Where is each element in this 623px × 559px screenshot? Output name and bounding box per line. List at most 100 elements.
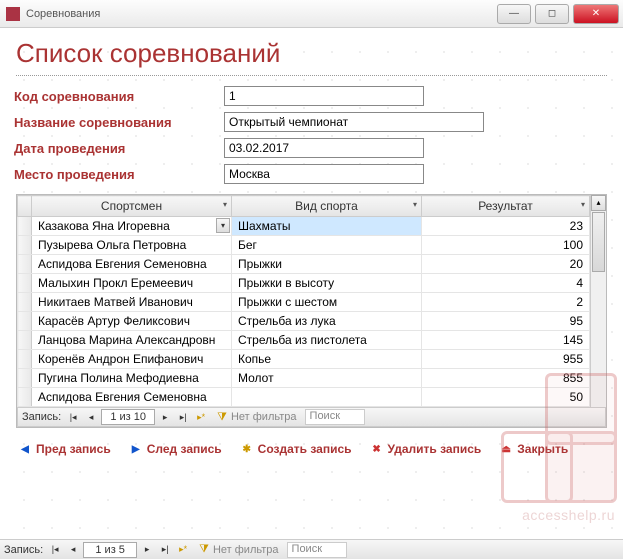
cell-sport[interactable]: Копье bbox=[232, 350, 422, 369]
cell-result[interactable]: 4 bbox=[422, 274, 590, 293]
form-body: Список соревнований Код соревнования Наз… bbox=[0, 28, 623, 539]
nav-first-button[interactable]: |◂ bbox=[65, 409, 81, 425]
window-title: Соревнования bbox=[26, 8, 497, 20]
cell-athlete[interactable]: Карасёв Артур Феликсович bbox=[32, 312, 232, 331]
search-box[interactable]: Поиск bbox=[287, 542, 347, 558]
row-selector[interactable] bbox=[18, 274, 32, 293]
row-selector[interactable] bbox=[18, 293, 32, 312]
filter-status[interactable]: Нет фильтра bbox=[213, 544, 279, 556]
nav-counter[interactable]: 1 из 5 bbox=[83, 542, 137, 558]
search-box[interactable]: Поиск bbox=[305, 409, 365, 425]
input-code[interactable] bbox=[224, 86, 424, 106]
row-selector[interactable] bbox=[18, 388, 32, 407]
app-icon bbox=[6, 7, 20, 21]
dropdown-icon[interactable]: ▾ bbox=[216, 218, 230, 233]
table-row[interactable]: Казакова Яна Игоревна▾Шахматы23 bbox=[18, 217, 606, 236]
table-row[interactable]: Никитаев Матвей ИвановичПрыжки с шестом2 bbox=[18, 293, 606, 312]
nav-counter[interactable]: 1 из 10 bbox=[101, 409, 155, 425]
row-selector[interactable] bbox=[18, 369, 32, 388]
nav-new-button[interactable]: ▸* bbox=[175, 542, 191, 558]
col-sport[interactable]: Вид спорта▾ bbox=[232, 196, 422, 217]
form-record-nav: Запись: |◂ ◂ 1 из 5 ▸ ▸| ▸* ⧩ Нет фильтр… bbox=[0, 539, 623, 559]
cell-athlete[interactable]: Аспидова Евгения Семеновна bbox=[32, 255, 232, 274]
chevron-down-icon[interactable]: ▾ bbox=[581, 200, 585, 209]
nav-last-button[interactable]: ▸| bbox=[157, 542, 173, 558]
cell-athlete[interactable]: Никитаев Матвей Иванович bbox=[32, 293, 232, 312]
row-selector[interactable] bbox=[18, 255, 32, 274]
cell-athlete[interactable]: Пузырева Ольга Петровна bbox=[32, 236, 232, 255]
nav-prev-button[interactable]: ◂ bbox=[65, 542, 81, 558]
cell-result[interactable]: 50 bbox=[422, 388, 590, 407]
delete-icon: ✖ bbox=[370, 442, 384, 456]
cell-result[interactable]: 145 bbox=[422, 331, 590, 350]
scroll-up-button[interactable]: ▴ bbox=[591, 195, 606, 211]
next-record-button[interactable]: ▶След запись bbox=[129, 442, 222, 456]
results-table[interactable]: Спортсмен▾ Вид спорта▾ Результат▾ Казако… bbox=[17, 195, 606, 407]
cell-sport[interactable]: Стрельба из пистолета bbox=[232, 331, 422, 350]
cell-result[interactable]: 20 bbox=[422, 255, 590, 274]
chevron-down-icon[interactable]: ▾ bbox=[413, 200, 417, 209]
label-place: Место проведения bbox=[14, 167, 224, 182]
prev-record-button[interactable]: ◀Пред запись bbox=[18, 442, 111, 456]
delete-record-button[interactable]: ✖Удалить запись bbox=[370, 442, 482, 456]
col-athlete[interactable]: Спортсмен▾ bbox=[32, 196, 232, 217]
close-form-button[interactable]: ⏏Закрыть bbox=[499, 442, 568, 456]
cell-athlete[interactable]: Казакова Яна Игоревна▾ bbox=[32, 217, 232, 236]
input-name[interactable] bbox=[224, 112, 484, 132]
row-selector[interactable] bbox=[18, 331, 32, 350]
cell-sport[interactable]: Шахматы bbox=[232, 217, 422, 236]
nav-next-button[interactable]: ▸ bbox=[139, 542, 155, 558]
cell-sport[interactable]: Молот bbox=[232, 369, 422, 388]
table-row[interactable]: Пузырева Ольга ПетровнаБег100 bbox=[18, 236, 606, 255]
titlebar: Соревнования — ◻ ✕ bbox=[0, 0, 623, 28]
nav-first-button[interactable]: |◂ bbox=[47, 542, 63, 558]
cell-sport[interactable]: Прыжки bbox=[232, 255, 422, 274]
close-window-button[interactable]: ✕ bbox=[573, 4, 619, 24]
create-record-button[interactable]: ✱Создать запись bbox=[240, 442, 352, 456]
cell-sport[interactable]: Прыжки с шестом bbox=[232, 293, 422, 312]
table-row[interactable]: Аспидова Евгения Семеновна 50 bbox=[18, 388, 606, 407]
table-row[interactable]: Карасёв Артур ФеликсовичСтрельба из лука… bbox=[18, 312, 606, 331]
triangle-right-icon: ▶ bbox=[129, 442, 143, 456]
cell-athlete[interactable]: Коренёв Андрон Епифанович bbox=[32, 350, 232, 369]
cell-athlete[interactable]: Ланцова Марина Александровн bbox=[32, 331, 232, 350]
table-row[interactable]: Малыхин Прокл ЕремеевичПрыжки в высоту4 bbox=[18, 274, 606, 293]
cell-result[interactable]: 2 bbox=[422, 293, 590, 312]
cell-result[interactable]: 23 bbox=[422, 217, 590, 236]
cell-athlete[interactable]: Пугина Полина Мефодиевна bbox=[32, 369, 232, 388]
maximize-button[interactable]: ◻ bbox=[535, 4, 569, 24]
row-selector[interactable] bbox=[18, 217, 32, 236]
filter-status[interactable]: Нет фильтра bbox=[231, 411, 297, 423]
nav-last-button[interactable]: ▸| bbox=[175, 409, 191, 425]
cell-sport[interactable]: Бег bbox=[232, 236, 422, 255]
table-row[interactable]: Аспидова Евгения СеменовнаПрыжки20 bbox=[18, 255, 606, 274]
cell-athlete[interactable]: Малыхин Прокл Еремеевич bbox=[32, 274, 232, 293]
minimize-button[interactable]: — bbox=[497, 4, 531, 24]
scroll-thumb[interactable] bbox=[592, 212, 605, 272]
row-selector[interactable] bbox=[18, 236, 32, 255]
row-selector[interactable] bbox=[18, 312, 32, 331]
table-row[interactable]: Пугина Полина МефодиевнаМолот855 bbox=[18, 369, 606, 388]
table-row[interactable]: Коренёв Андрон ЕпифановичКопье955 bbox=[18, 350, 606, 369]
chevron-down-icon[interactable]: ▾ bbox=[223, 200, 227, 209]
cell-sport[interactable]: Стрельба из лука bbox=[232, 312, 422, 331]
nav-new-button[interactable]: ▸* bbox=[193, 409, 209, 425]
table-row[interactable]: Ланцова Марина АлександровнСтрельба из п… bbox=[18, 331, 606, 350]
nav-next-button[interactable]: ▸ bbox=[157, 409, 173, 425]
cell-result[interactable]: 100 bbox=[422, 236, 590, 255]
cell-athlete[interactable]: Аспидова Евгения Семеновна bbox=[32, 388, 232, 407]
filter-icon: ⧩ bbox=[217, 411, 227, 424]
cell-sport[interactable]: Прыжки в высоту bbox=[232, 274, 422, 293]
cell-sport[interactable] bbox=[232, 388, 422, 407]
cell-result[interactable]: 95 bbox=[422, 312, 590, 331]
row-selector[interactable] bbox=[18, 350, 32, 369]
nav-prev-button[interactable]: ◂ bbox=[83, 409, 99, 425]
row-selector-header[interactable] bbox=[18, 196, 32, 217]
cell-result[interactable]: 955 bbox=[422, 350, 590, 369]
col-result[interactable]: Результат▾ bbox=[422, 196, 590, 217]
vertical-scrollbar[interactable]: ▴ bbox=[590, 195, 606, 407]
input-place[interactable] bbox=[224, 164, 424, 184]
input-date[interactable] bbox=[224, 138, 424, 158]
cell-result[interactable]: 855 bbox=[422, 369, 590, 388]
new-record-icon: ✱ bbox=[240, 442, 254, 456]
